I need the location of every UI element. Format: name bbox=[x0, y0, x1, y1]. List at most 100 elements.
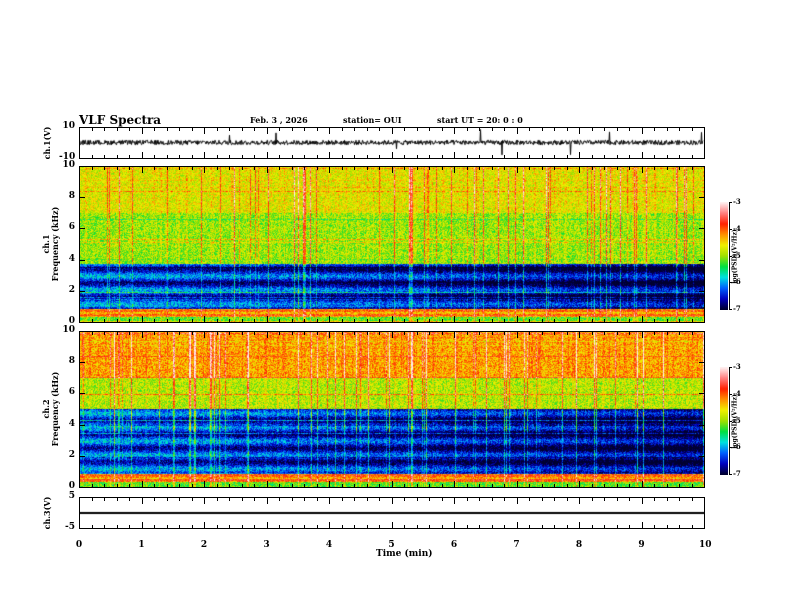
x-tick bbox=[329, 316, 330, 323]
y-tick bbox=[699, 393, 705, 395]
frequency-label: Frequency (kHz) bbox=[50, 371, 60, 447]
x-tick bbox=[266, 316, 268, 323]
x-tick bbox=[204, 152, 205, 159]
x-tick bbox=[79, 497, 80, 504]
x-tick bbox=[641, 481, 643, 488]
x-tick bbox=[454, 166, 455, 173]
x-tick bbox=[541, 127, 543, 131]
x-tick bbox=[141, 497, 143, 504]
x-tick bbox=[704, 497, 705, 504]
x-tick bbox=[666, 166, 668, 170]
x-tick bbox=[391, 166, 393, 173]
x-tick bbox=[329, 331, 330, 338]
x-tick bbox=[679, 497, 680, 501]
x-tick bbox=[216, 497, 218, 501]
x-tick bbox=[279, 525, 280, 529]
x-tick bbox=[604, 484, 605, 488]
x-tick bbox=[554, 319, 555, 323]
x-tick bbox=[429, 525, 430, 529]
x-tick bbox=[479, 166, 480, 170]
y-tick-label: 10 bbox=[62, 160, 75, 170]
x-tick bbox=[479, 497, 480, 501]
x-tick bbox=[329, 166, 330, 173]
x-tick bbox=[191, 497, 193, 501]
x-tick bbox=[266, 152, 268, 159]
colorbar-tick bbox=[729, 367, 732, 368]
x-tick bbox=[279, 166, 280, 170]
x-tick bbox=[629, 166, 630, 170]
x-tick bbox=[216, 331, 218, 335]
x-tick bbox=[229, 484, 230, 488]
x-tick bbox=[354, 525, 355, 529]
x-tick bbox=[516, 497, 518, 504]
x-tick bbox=[641, 331, 643, 338]
x-tick bbox=[241, 484, 243, 488]
x-tick bbox=[641, 152, 643, 159]
x-tick bbox=[479, 331, 480, 335]
x-tick-label: 1 bbox=[138, 540, 145, 550]
x-tick bbox=[466, 319, 468, 323]
x-tick bbox=[154, 166, 155, 170]
x-tick bbox=[429, 484, 430, 488]
x-tick bbox=[341, 497, 343, 501]
y-axis-label: ch.1(V) bbox=[42, 126, 52, 159]
x-tick bbox=[291, 166, 293, 170]
y-tick-label: 0 bbox=[68, 481, 75, 491]
x-tick bbox=[366, 484, 368, 488]
x-tick bbox=[579, 522, 580, 529]
x-tick bbox=[516, 166, 518, 173]
colorbar-tick-label: -3 bbox=[733, 362, 741, 371]
x-tick bbox=[541, 497, 543, 501]
y-tick bbox=[79, 166, 85, 167]
x-tick bbox=[691, 127, 693, 131]
x-tick bbox=[304, 484, 305, 488]
x-tick bbox=[216, 166, 218, 170]
x-tick bbox=[691, 166, 693, 170]
x-tick bbox=[454, 331, 455, 338]
x-tick bbox=[229, 166, 230, 170]
x-tick bbox=[341, 331, 343, 335]
x-tick bbox=[579, 127, 580, 134]
x-tick bbox=[516, 481, 518, 488]
x-tick bbox=[454, 316, 455, 323]
x-tick bbox=[429, 497, 430, 501]
x-tick bbox=[91, 525, 93, 529]
x-tick bbox=[504, 155, 505, 159]
x-tick bbox=[566, 155, 568, 159]
x-tick-label: 4 bbox=[325, 540, 333, 550]
x-tick bbox=[541, 525, 543, 529]
x-tick-label: 8 bbox=[575, 540, 583, 550]
x-tick bbox=[566, 127, 568, 131]
x-tick bbox=[554, 127, 555, 131]
x-tick bbox=[441, 331, 443, 335]
x-tick bbox=[529, 166, 530, 170]
x-tick bbox=[166, 525, 168, 529]
x-tick bbox=[554, 484, 555, 488]
x-tick bbox=[204, 522, 205, 529]
panel-frame bbox=[79, 166, 705, 323]
x-tick bbox=[541, 155, 543, 159]
x-tick bbox=[379, 127, 380, 131]
x-tick bbox=[604, 331, 605, 335]
x-tick bbox=[366, 155, 368, 159]
x-tick bbox=[329, 497, 330, 504]
x-tick-label: 10 bbox=[699, 540, 712, 550]
x-tick bbox=[516, 316, 518, 323]
x-tick bbox=[379, 319, 380, 323]
x-tick bbox=[104, 127, 105, 131]
colorbar-label: log(PSD)(V²/Hz) bbox=[731, 229, 739, 284]
x-tick bbox=[341, 155, 343, 159]
x-tick bbox=[591, 525, 593, 529]
x-tick bbox=[354, 155, 355, 159]
x-tick bbox=[316, 497, 318, 501]
x-tick bbox=[441, 319, 443, 323]
x-tick bbox=[91, 127, 93, 131]
x-tick bbox=[629, 484, 630, 488]
x-tick bbox=[191, 155, 193, 159]
x-tick bbox=[529, 525, 530, 529]
x-tick bbox=[304, 127, 305, 131]
x-tick bbox=[429, 331, 430, 335]
x-tick bbox=[554, 525, 555, 529]
x-tick bbox=[654, 155, 655, 159]
x-tick bbox=[116, 127, 118, 131]
